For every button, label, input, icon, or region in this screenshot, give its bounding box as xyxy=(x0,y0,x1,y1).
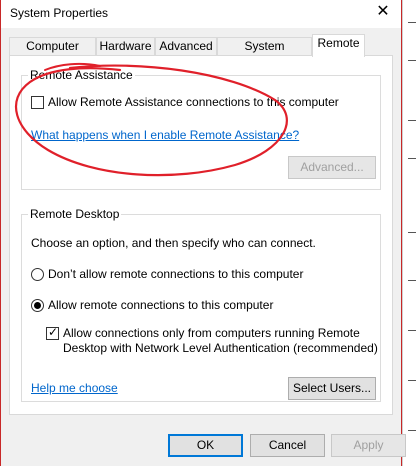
background-window-strip xyxy=(402,0,418,466)
remote-assistance-help-link[interactable]: What happens when I enable Remote Assist… xyxy=(31,128,299,142)
allow-remote-label: Allow remote connections to this compute… xyxy=(48,298,274,312)
remote-desktop-group: Remote Desktop Choose an option, and the… xyxy=(21,207,381,402)
allow-remote-assistance-label: Allow Remote Assistance connections to t… xyxy=(48,95,339,109)
tab-hardware[interactable]: Hardware xyxy=(96,37,155,56)
window-title: System Properties xyxy=(10,6,109,20)
allow-remote-assistance-checkbox[interactable] xyxy=(31,96,44,109)
tab-computer-name[interactable]: Computer Name xyxy=(9,37,96,70)
ok-button[interactable]: OK xyxy=(168,434,243,457)
allow-remote-radio[interactable] xyxy=(31,299,44,312)
remote-tab-panel: Remote Assistance Allow Remote Assistanc… xyxy=(9,55,393,415)
tab-system-protection[interactable]: System Protection xyxy=(217,37,312,70)
advanced-button[interactable]: Advanced... xyxy=(288,156,376,179)
remote-desktop-instructions: Choose an option, and then specify who c… xyxy=(31,236,316,250)
apply-button[interactable]: Apply xyxy=(331,434,406,457)
cancel-button[interactable]: Cancel xyxy=(250,434,325,457)
remote-desktop-group-title: Remote Desktop xyxy=(28,207,122,221)
help-me-choose-link[interactable]: Help me choose xyxy=(31,381,118,395)
dont-allow-remote-radio[interactable] xyxy=(31,268,44,281)
select-users-button[interactable]: Select Users... xyxy=(288,377,376,400)
nla-only-label-line2: Desktop with Network Level Authenticatio… xyxy=(63,341,378,355)
remote-assistance-group: Remote Assistance Allow Remote Assistanc… xyxy=(21,68,381,190)
nla-only-label-line1: Allow connections only from computers ru… xyxy=(63,326,360,340)
title-bar: System Properties ✕ xyxy=(1,0,401,28)
remote-assistance-group-title: Remote Assistance xyxy=(28,68,135,82)
tab-remote[interactable]: Remote xyxy=(312,34,365,57)
close-icon[interactable]: ✕ xyxy=(375,4,391,20)
tab-advanced[interactable]: Advanced xyxy=(155,37,217,56)
system-properties-dialog: System Properties ✕ Computer Name Hardwa… xyxy=(0,0,406,466)
nla-only-checkbox[interactable]: ✓ xyxy=(46,325,59,340)
dont-allow-remote-label: Don’t allow remote connections to this c… xyxy=(48,267,304,281)
